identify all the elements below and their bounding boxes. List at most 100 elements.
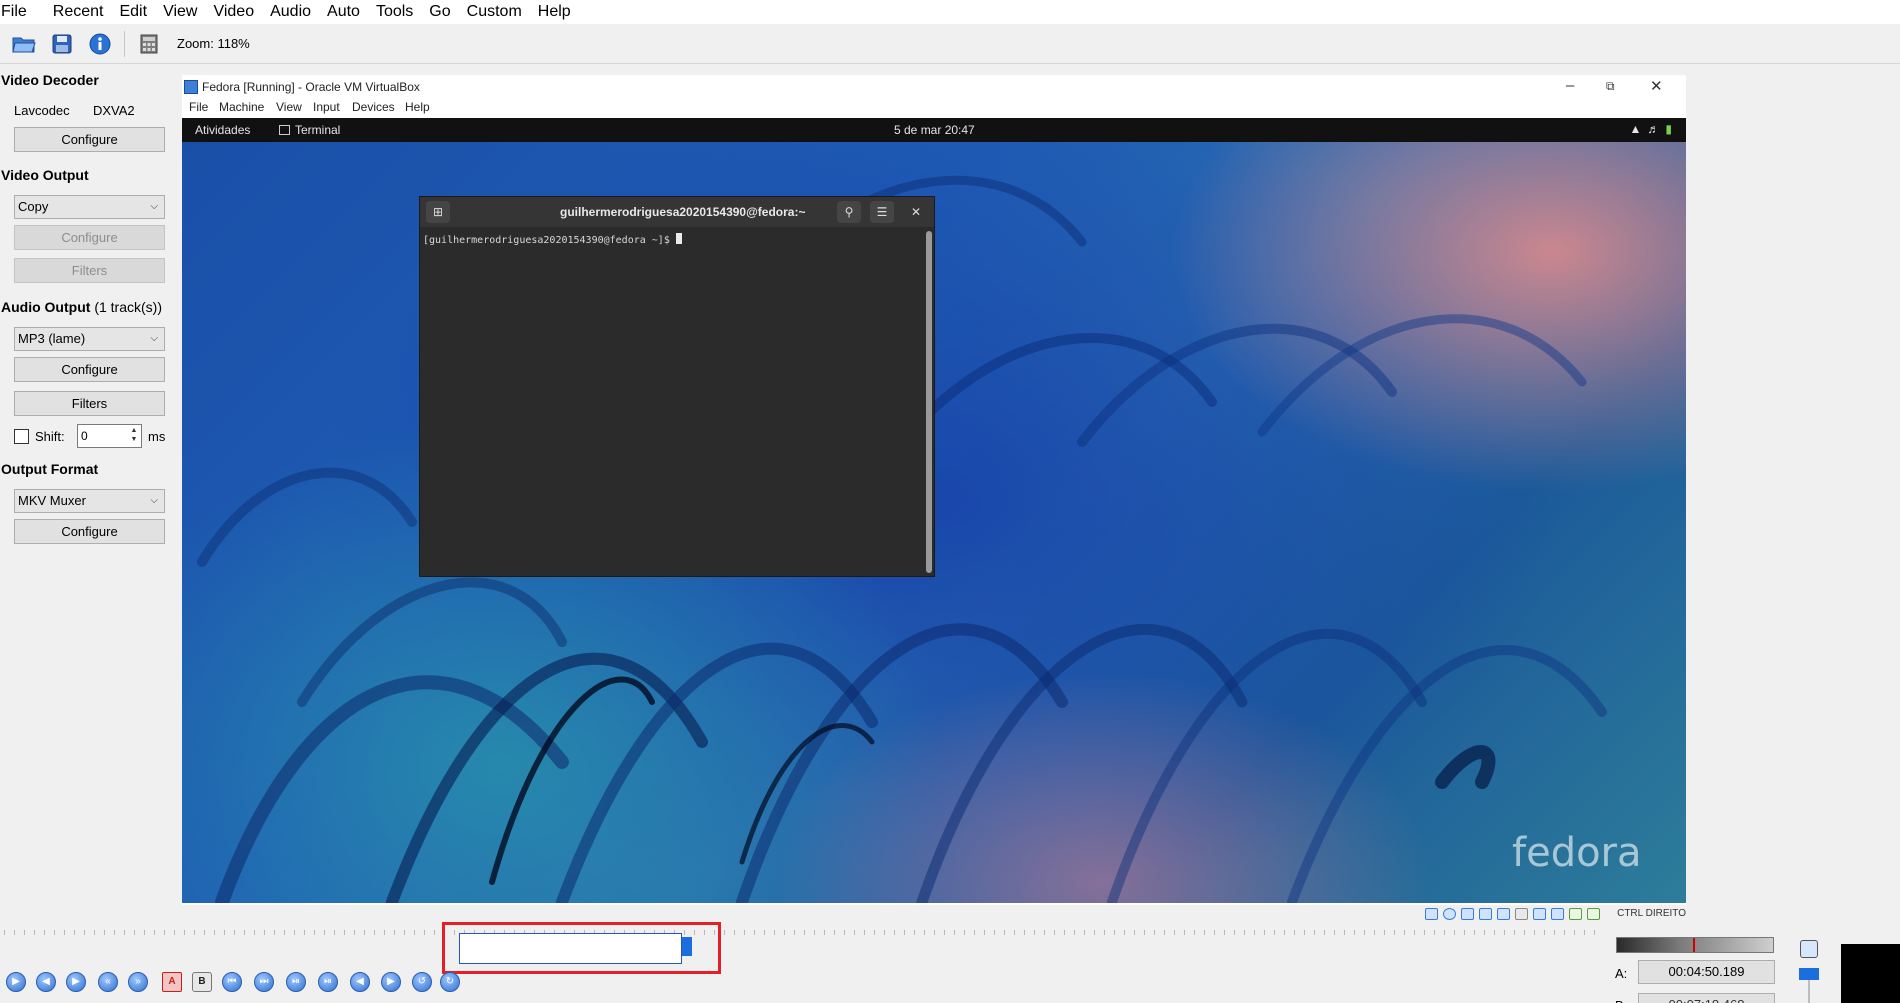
format-configure-button[interactable]: Configure [14,519,165,544]
usb-status-icon[interactable] [1497,908,1510,920]
timeline-tick [754,930,755,935]
decoder-hw: DXVA2 [93,103,135,118]
next-frame-icon[interactable]: » [128,972,148,992]
minimize-icon[interactable]: – [1566,77,1574,94]
film-calculator-icon[interactable] [135,30,163,58]
menu-custom[interactable]: Custom [467,0,531,24]
info-icon[interactable] [86,30,114,58]
audio-meter-icon[interactable] [1800,940,1818,958]
previous-keyframe-icon[interactable]: ⏮ [222,972,242,992]
rewind-icon[interactable]: ◀ [36,972,56,992]
decoder-configure-button[interactable]: Configure [14,127,165,152]
menu-help[interactable]: Help [538,0,580,24]
volume-slider[interactable] [1616,937,1774,953]
mouse-integration-icon[interactable] [1587,908,1600,920]
vm-menu-input[interactable]: Input [313,100,340,114]
menu-auto[interactable]: Auto [327,0,369,24]
timeline-tick [4,930,5,935]
app-menu-label: Terminal [295,123,341,137]
timeline-tick [864,930,865,935]
network-status-icon[interactable] [1479,908,1492,920]
settings-panel: Video Decoder Lavcodec DXVA2 Configure V… [0,64,180,914]
goto-marker-a-icon[interactable]: ⏯ [286,972,306,992]
vm-menu-file[interactable]: File [189,100,208,114]
audio-filters-button[interactable]: Filters [14,391,165,416]
previous-frame-icon[interactable]: « [98,972,118,992]
black-frame-back-icon[interactable]: ↺ [412,972,432,992]
vm-status-bar: CTRL DIREITO [182,905,1686,923]
clock[interactable]: 5 de mar 20:47 [894,123,975,137]
timeline-ruler[interactable] [0,926,1600,938]
timeline-tick [1444,930,1445,935]
terminal-window[interactable]: ⊞ guilhermerodriguesa2020154390@fedora:~… [419,196,935,577]
spinner-icon[interactable]: ▲ ▼ [128,426,140,446]
video-preview: Fedora [Running] - Oracle VM VirtualBox … [182,75,1686,923]
black-frame-forward-icon[interactable]: ↻ [440,972,460,992]
timeline-tick [724,930,725,935]
hamburger-menu-icon[interactable]: ☰ [870,201,894,223]
vm-menu-help[interactable]: Help [405,100,430,114]
audio-output-select[interactable]: MP3 (lame) ⌵ [14,327,165,351]
goto-start-icon[interactable]: ◀ [350,972,370,992]
marker-b-time[interactable]: 00:07:18.468 [1638,993,1775,1003]
play-icon[interactable]: ▶ [6,972,26,992]
vm-menu-machine[interactable]: Machine [219,100,264,114]
system-tray[interactable]: ▲♬▮ [1630,122,1679,136]
shift-checkbox[interactable] [14,429,29,444]
menu-go[interactable]: Go [429,0,459,24]
output-format-select[interactable]: MKV Muxer ⌵ [14,489,165,513]
open-folder-icon[interactable] [10,30,38,58]
hdd-status-icon[interactable] [1425,908,1438,920]
vertical-slider-handle[interactable] [1799,968,1819,980]
timeline-tick [1214,930,1215,935]
menu-edit[interactable]: Edit [119,0,156,24]
set-marker-b-icon[interactable]: B [192,972,212,992]
audio-status-icon[interactable] [1461,908,1474,920]
activities-button[interactable]: Atividades [195,123,250,137]
shared-folder-icon[interactable] [1515,908,1528,920]
capture-status-icon[interactable] [1551,908,1564,920]
timeline-tick [1024,930,1025,935]
vt-x-status-icon[interactable] [1569,908,1582,920]
vm-menu-view[interactable]: View [276,100,302,114]
goto-end-icon[interactable]: ▶ [381,972,401,992]
shift-input[interactable]: 0 ▲ ▼ [77,424,142,448]
menu-audio[interactable]: Audio [270,0,320,24]
display-status-icon[interactable] [1533,908,1546,920]
audio-configure-button[interactable]: Configure [14,357,165,382]
next-keyframe-icon[interactable]: ⏭ [254,972,274,992]
search-icon[interactable]: ⚲ [837,201,861,223]
timeline-tick [1174,930,1175,935]
close-icon[interactable]: ✕ [1650,77,1663,95]
vm-menu-devices[interactable]: Devices [352,100,395,114]
new-tab-icon[interactable]: ⊞ [426,201,450,223]
save-disk-icon[interactable] [48,30,76,58]
audio-meter-display [1841,944,1900,1003]
terminal-output[interactable]: [guilhermerodriguesa2020154390@fedora ~]… [423,233,682,246]
restore-icon[interactable]: ⧉ [1606,79,1615,94]
timeline-tick [1044,930,1045,935]
terminal-scrollbar[interactable] [926,231,932,573]
video-configure-button[interactable]: Configure [14,225,165,250]
menu-recent[interactable]: Recent [53,0,113,24]
timeline-tick [904,930,905,935]
set-marker-a-icon[interactable]: A [162,972,182,992]
menu-file[interactable]: File [0,0,36,24]
timeline-tick [1114,930,1115,935]
video-filters-button[interactable]: Filters [14,258,165,283]
video-output-select[interactable]: Copy ⌵ [14,195,165,219]
timeline-tick [794,930,795,935]
marker-a-time[interactable]: 00:04:50.189 [1638,960,1775,984]
app-menu[interactable]: Terminal [279,123,340,137]
menu-tools[interactable]: Tools [376,0,422,24]
menu-view[interactable]: View [163,0,206,24]
forward-icon[interactable]: ▶ [66,972,86,992]
highlight-box [442,922,721,974]
goto-marker-b-icon[interactable]: ⏯ [318,972,338,992]
timeline-tick [1074,930,1075,935]
optical-status-icon[interactable] [1443,908,1456,920]
close-icon[interactable]: ✕ [904,201,928,223]
timeline-tick [1014,930,1015,935]
timeline-tick [24,930,25,935]
menu-video[interactable]: Video [213,0,263,24]
